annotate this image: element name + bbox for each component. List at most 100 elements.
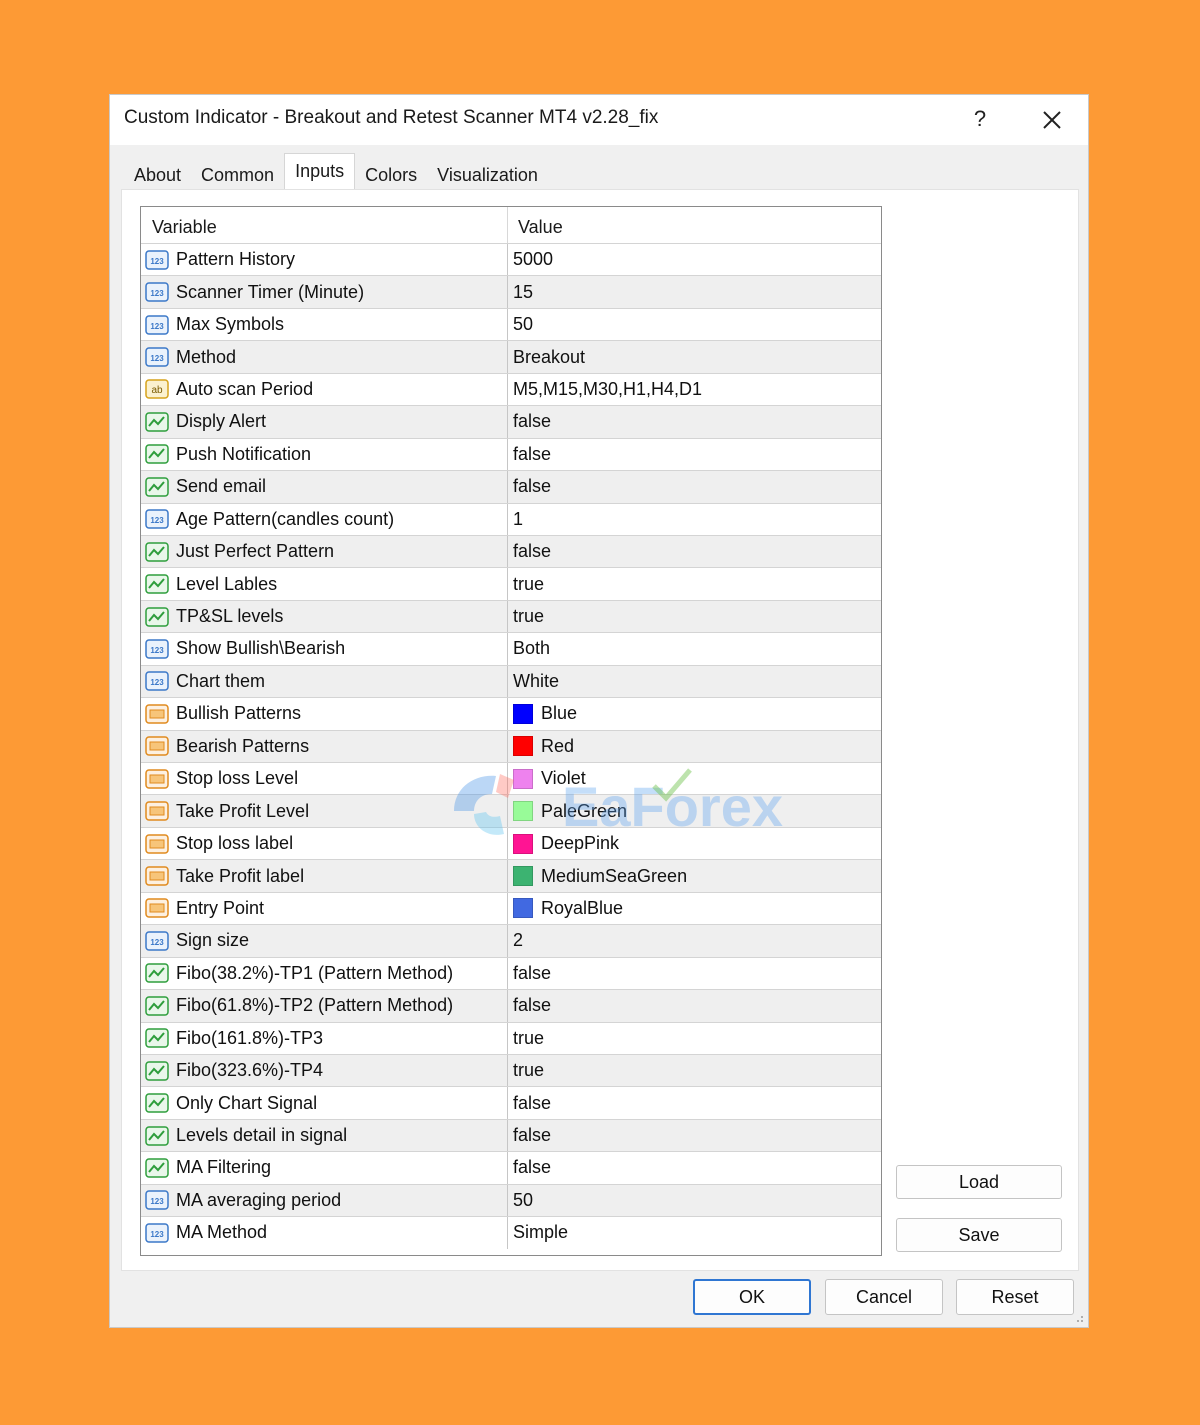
value-cell[interactable]: PaleGreen: [508, 795, 881, 826]
variable-cell: Send email: [141, 471, 508, 503]
table-row[interactable]: Fibo(323.6%)-TP4 true: [141, 1053, 881, 1087]
variable-cell: Take Profit label: [141, 860, 508, 892]
value-cell[interactable]: 2: [508, 925, 881, 956]
table-row[interactable]: 123 Max Symbols 50: [141, 307, 881, 341]
value-cell[interactable]: true: [508, 568, 881, 599]
tab-about[interactable]: About: [124, 155, 191, 189]
table-row[interactable]: Bullish Patterns Blue: [141, 697, 881, 730]
variable-label: Max Symbols: [176, 314, 285, 335]
table-row[interactable]: Take Profit Level PaleGreen: [141, 794, 881, 827]
value-text: Red: [541, 735, 575, 756]
table-row[interactable]: 123 Age Pattern(candles count) 1: [141, 502, 881, 535]
value-cell[interactable]: true: [508, 601, 881, 632]
table-row[interactable]: Level Lables true: [141, 567, 881, 600]
value-cell[interactable]: Breakout: [508, 341, 881, 372]
table-row[interactable]: Just Perfect Pattern false: [141, 534, 881, 568]
table-row[interactable]: Levels detail in signal false: [141, 1118, 881, 1152]
table-row[interactable]: Fibo(61.8%)-TP2 (Pattern Method) false: [141, 989, 881, 1022]
table-row[interactable]: 123 Chart them White: [141, 664, 881, 698]
value-cell[interactable]: false: [508, 1152, 881, 1183]
value-cell[interactable]: true: [508, 1055, 881, 1086]
table-row[interactable]: 123 Show Bullish\Bearish Both: [141, 632, 881, 665]
table-row[interactable]: Take Profit label MediumSeaGreen: [141, 859, 881, 892]
variable-cell: 123 MA averaging period: [141, 1184, 508, 1217]
color-swatch: [513, 898, 533, 919]
table-row[interactable]: 123 Pattern History 5000: [141, 243, 881, 276]
close-button[interactable]: [1035, 103, 1069, 137]
svg-text:123: 123: [150, 1197, 164, 1206]
svg-text:123: 123: [150, 257, 164, 266]
reset-button[interactable]: Reset: [956, 1279, 1074, 1315]
table-row[interactable]: Bearish Patterns Red: [141, 729, 881, 762]
help-button[interactable]: ?: [966, 103, 994, 135]
value-cell[interactable]: Simple: [508, 1217, 881, 1248]
value-cell[interactable]: 50: [508, 309, 881, 340]
value-cell[interactable]: 50: [508, 1185, 881, 1216]
table-row[interactable]: 123 MA averaging period 50: [141, 1183, 881, 1217]
resize-grip-icon[interactable]: [1074, 1313, 1084, 1323]
value-cell[interactable]: Red: [508, 731, 881, 762]
value-text: 15: [513, 281, 534, 302]
table-row[interactable]: TP&SL levels true: [141, 599, 881, 633]
value-cell[interactable]: DeepPink: [508, 828, 881, 859]
value-cell[interactable]: false: [508, 439, 881, 470]
table-row[interactable]: MA Filtering false: [141, 1151, 881, 1184]
table-row[interactable]: Disply Alert false: [141, 405, 881, 438]
number-type-icon: 123: [145, 346, 169, 368]
value-cell[interactable]: Violet: [508, 763, 881, 794]
variable-cell: Take Profit Level: [141, 795, 508, 827]
variable-cell: 123 Chart them: [141, 665, 508, 698]
variable-cell: 123 Method: [141, 341, 508, 373]
value-cell[interactable]: false: [508, 406, 881, 437]
variable-label: Sign size: [176, 930, 250, 951]
variable-label: Fibo(61.8%)-TP2 (Pattern Method): [176, 995, 454, 1016]
value-text: true: [513, 606, 545, 627]
value-cell[interactable]: false: [508, 958, 881, 989]
value-cell[interactable]: false: [508, 471, 881, 502]
title-bar: Custom Indicator - Breakout and Retest S…: [110, 95, 1088, 145]
table-row[interactable]: 123 Sign size 2: [141, 924, 881, 957]
value-cell[interactable]: false: [508, 990, 881, 1021]
table-row[interactable]: Fibo(38.2%)-TP1 (Pattern Method) false: [141, 956, 881, 990]
save-button[interactable]: Save: [896, 1218, 1062, 1252]
load-button[interactable]: Load: [896, 1165, 1062, 1199]
value-text: MediumSeaGreen: [541, 865, 688, 886]
table-row[interactable]: Only Chart Signal false: [141, 1086, 881, 1119]
value-cell[interactable]: false: [508, 536, 881, 567]
variable-cell: 123 Sign size: [141, 925, 508, 957]
value-cell[interactable]: RoyalBlue: [508, 893, 881, 924]
ok-button[interactable]: OK: [693, 1279, 811, 1315]
table-row[interactable]: Entry Point RoyalBlue: [141, 891, 881, 925]
variable-label: Pattern History: [176, 249, 296, 270]
value-cell[interactable]: 15: [508, 276, 881, 307]
value-cell[interactable]: MediumSeaGreen: [508, 860, 881, 891]
table-row[interactable]: Stop loss label DeepPink: [141, 826, 881, 860]
tab-colors[interactable]: Colors: [355, 155, 427, 189]
table-row[interactable]: ab Auto scan Period M5,M15,M30,H1,H4,D1: [141, 372, 881, 406]
value-cell[interactable]: White: [508, 666, 881, 697]
value-cell[interactable]: false: [508, 1120, 881, 1151]
table-row[interactable]: Stop loss Level Violet: [141, 762, 881, 795]
color-swatch: [513, 833, 533, 854]
variable-label: Scanner Timer (Minute): [176, 281, 365, 302]
table-row[interactable]: Fibo(161.8%)-TP3 true: [141, 1021, 881, 1054]
value-cell[interactable]: Blue: [508, 698, 881, 729]
value-cell[interactable]: 5000: [508, 244, 881, 275]
value-cell[interactable]: false: [508, 1087, 881, 1118]
variable-cell: Push Notification: [141, 438, 508, 471]
table-row[interactable]: 123 MA Method Simple: [141, 1216, 881, 1249]
table-row[interactable]: 123 Scanner Timer (Minute) 15: [141, 275, 881, 308]
value-cell[interactable]: M5,M15,M30,H1,H4,D1: [508, 374, 881, 405]
table-row[interactable]: Push Notification false: [141, 437, 881, 471]
table-row[interactable]: 123 Method Breakout: [141, 340, 881, 373]
table-row[interactable]: Send email false: [141, 470, 881, 503]
tab-inputs[interactable]: Inputs: [284, 153, 356, 190]
value-cell[interactable]: 1: [508, 504, 881, 535]
tab-common[interactable]: Common: [191, 155, 284, 189]
tab-visualization[interactable]: Visualization: [427, 155, 548, 189]
header-variable[interactable]: Variable: [141, 207, 508, 243]
header-value[interactable]: Value: [508, 207, 881, 243]
value-cell[interactable]: true: [508, 1023, 881, 1054]
cancel-button[interactable]: Cancel: [825, 1279, 943, 1315]
value-cell[interactable]: Both: [508, 633, 881, 664]
